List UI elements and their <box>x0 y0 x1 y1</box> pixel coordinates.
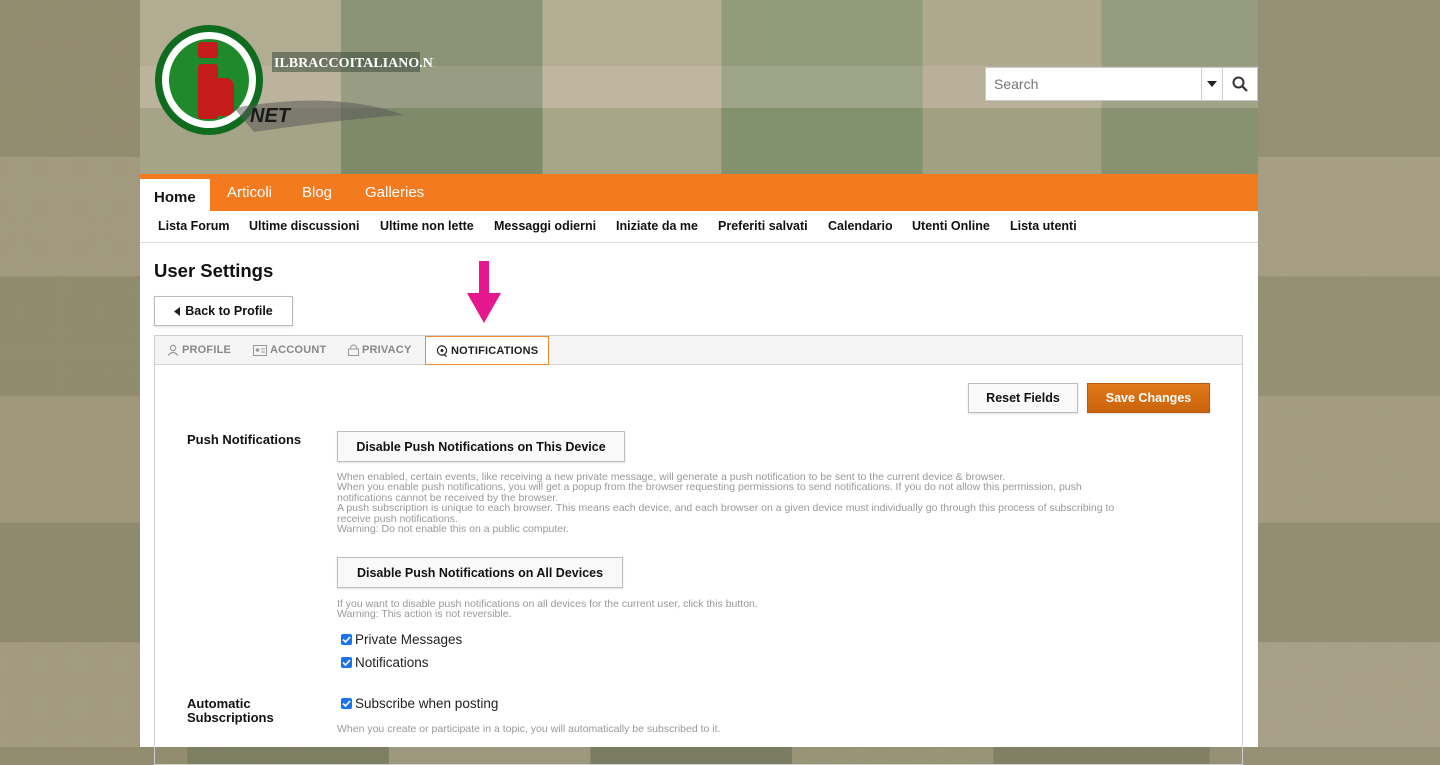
tab-profile[interactable]: PROFILE <box>167 336 231 364</box>
tab-privacy[interactable]: PRIVACY <box>348 336 411 364</box>
subnav-item-utenti-online[interactable]: Utenti Online <box>912 219 990 233</box>
subscribe-when-posting-label: Subscribe when posting <box>355 696 499 711</box>
push-device-description: When enabled, certain events, like recei… <box>337 471 1115 536</box>
back-to-profile-button[interactable]: Back to Profile <box>154 296 293 326</box>
page-container: ILBRACCOITALIANO.NET NET Home Articoli B… <box>140 0 1258 765</box>
reset-fields-button[interactable]: Reset Fields <box>968 383 1078 413</box>
checkbox-checked-icon <box>341 698 352 709</box>
tab-notifications[interactable]: NOTIFICATIONS <box>425 336 550 365</box>
tab-profile-label: PROFILE <box>182 344 232 356</box>
annotation-arrow-icon <box>467 261 501 323</box>
svg-text:NET: NET <box>250 105 292 127</box>
notification-bubble-icon <box>436 344 448 357</box>
tab-notifications-label: NOTIFICATIONS <box>451 344 539 357</box>
subnav-item-messaggi-odierni[interactable]: Messaggi odierni <box>494 219 596 233</box>
page-title: User Settings <box>154 260 274 281</box>
lock-icon <box>348 344 359 356</box>
tab-privacy-label: PRIVACY <box>362 344 412 356</box>
push-all-description: If you want to disable push notification… <box>337 598 758 621</box>
main-content: User Settings Back to Profile PROFILE AC… <box>140 243 1258 765</box>
subnav-item-calendario[interactable]: Calendario <box>828 219 893 233</box>
subscribe-when-posting-checkbox[interactable]: Subscribe when posting <box>341 696 498 711</box>
disable-push-device-button[interactable]: Disable Push Notifications on This Devic… <box>337 431 625 462</box>
subnav-item-ultime-discussioni[interactable]: Ultime discussioni <box>249 219 359 233</box>
settings-panel: PROFILE ACCOUNT PRIVACY NOTIFICATIONS Re… <box>154 335 1243 765</box>
id-card-icon <box>253 344 267 356</box>
subnav-item-lista-forum[interactable]: Lista Forum <box>158 219 230 233</box>
notifications-option-label: Notifications <box>355 655 429 670</box>
notifications-checkbox[interactable]: Notifications <box>341 655 429 670</box>
user-icon <box>167 344 179 356</box>
back-to-profile-label: Back to Profile <box>185 304 273 318</box>
settings-tabs: PROFILE ACCOUNT PRIVACY NOTIFICATIONS <box>155 336 1242 365</box>
sub-nav: Lista Forum Ultime discussioni Ultime no… <box>140 211 1258 243</box>
tab-account[interactable]: ACCOUNT <box>253 336 326 364</box>
search-options-button[interactable] <box>1201 68 1222 100</box>
nav-tab-galleries[interactable]: Galleries <box>365 174 424 211</box>
logo-text: ILBRACCOITALIANO.NET <box>274 56 434 71</box>
site-logo[interactable]: ILBRACCOITALIANO.NET NET <box>154 20 434 170</box>
search-box <box>985 67 1258 101</box>
site-banner: ILBRACCOITALIANO.NET NET <box>140 0 1258 174</box>
main-nav: Home Articoli Blog Galleries <box>140 174 1258 211</box>
disable-push-all-button[interactable]: Disable Push Notifications on All Device… <box>337 557 623 588</box>
search-input[interactable] <box>986 68 1201 100</box>
nav-tab-home[interactable]: Home <box>140 179 210 211</box>
checkbox-checked-icon <box>341 634 352 645</box>
push-notifications-label: Push Notifications <box>187 432 302 447</box>
caret-left-icon <box>174 306 181 316</box>
magnifier-icon <box>1232 76 1248 92</box>
private-messages-label: Private Messages <box>355 632 463 647</box>
tab-account-label: ACCOUNT <box>270 344 327 356</box>
subnav-item-preferiti-salvati[interactable]: Preferiti salvati <box>718 219 808 233</box>
save-changes-button[interactable]: Save Changes <box>1087 383 1210 413</box>
subnav-item-ultime-non-lette[interactable]: Ultime non lette <box>380 219 474 233</box>
private-messages-checkbox[interactable]: Private Messages <box>341 632 462 647</box>
search-submit-button[interactable] <box>1222 68 1257 100</box>
automatic-subscriptions-label: Automatic Subscriptions <box>187 696 274 725</box>
subnav-item-lista-utenti[interactable]: Lista utenti <box>1010 219 1077 233</box>
nav-tab-articoli[interactable]: Articoli <box>227 174 272 211</box>
auto-subscribe-description: When you create or participate in a topi… <box>337 723 721 735</box>
caret-down-icon <box>1207 81 1217 87</box>
subnav-item-iniziate-da-me[interactable]: Iniziate da me <box>616 219 698 233</box>
checkbox-checked-icon <box>341 657 352 668</box>
nav-tab-blog[interactable]: Blog <box>302 174 332 211</box>
